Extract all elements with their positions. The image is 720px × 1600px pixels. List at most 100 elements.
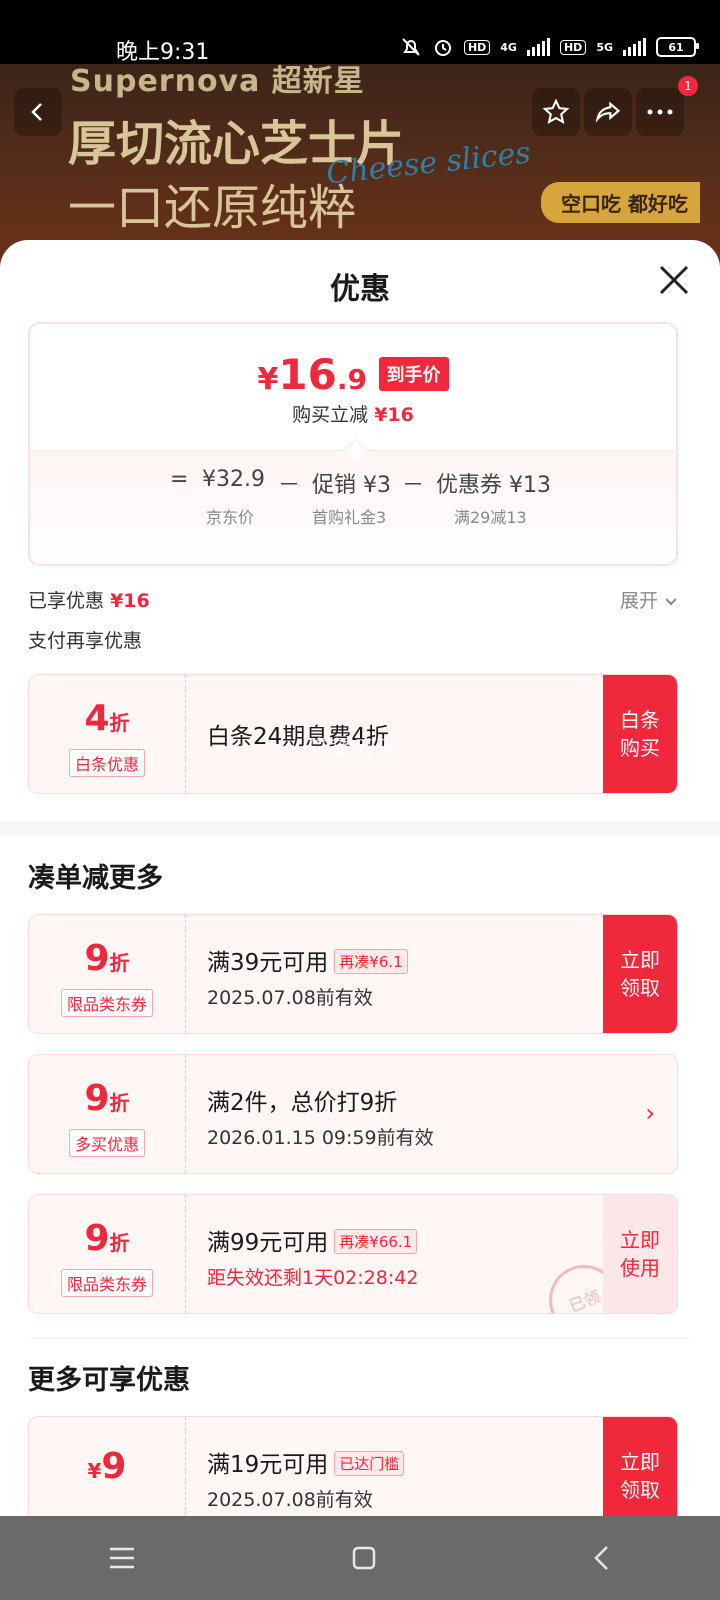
discount-value: 9 <box>101 1446 127 1487</box>
banner-tag: 空口吃 都好吃 <box>541 182 700 223</box>
button-label: 立即领取 <box>620 1450 660 1502</box>
coupon-card: 9折 限品类东券 满39元可用 再凑¥6.1 2025.07.08前有效 立即领取 <box>28 914 678 1034</box>
currency-symbol: ¥ <box>257 362 279 397</box>
watermark: 守望云天 <box>309 737 398 762</box>
price-integer: 16 <box>278 350 337 399</box>
coupon-condition: 满39元可用 <box>207 950 329 976</box>
coupon-left: ¥9 <box>29 1417 186 1516</box>
star-icon <box>542 98 570 124</box>
mute-bell-icon <box>402 38 420 56</box>
banner-brand: Supernova 超新星 <box>70 64 365 99</box>
back-button[interactable] <box>14 88 62 136</box>
jd-price-label: 京东价 <box>206 508 255 527</box>
final-price-tag: 到手价 <box>378 357 449 391</box>
price-breakdown-card: ¥16.9 到手价 购买立减 ¥16 = ¥32.9 京东价 － 促销 ¥3 首… <box>28 322 678 566</box>
section-divider <box>0 822 720 836</box>
offer-left: 4折 白条优惠 <box>29 675 186 793</box>
enjoyed-discount: 已享优惠 ¥16 <box>28 586 150 613</box>
coupon-amount: 优惠券 ¥13 <box>436 473 551 498</box>
currency-symbol: ¥ <box>87 1459 102 1483</box>
reduce-value: ¥16 <box>374 404 414 426</box>
equals-sign: = <box>170 467 189 492</box>
section-title: 更多可享优惠 <box>28 1365 190 1396</box>
discount-unit: 折 <box>109 711 130 735</box>
home-icon[interactable] <box>351 1545 377 1571</box>
price-formula: = ¥32.9 京东价 － 促销 ¥3 首购礼金3 － 优惠券 ¥13 满29减… <box>30 450 676 564</box>
price-decimal: .9 <box>336 363 367 396</box>
enjoyed-value: ¥16 <box>110 590 150 612</box>
pay-more-label: 支付再享优惠 <box>28 630 143 652</box>
claim-button[interactable]: 立即领取 <box>603 1417 677 1516</box>
button-label: 白条购买 <box>620 708 660 760</box>
enjoyed-label: 已享优惠 <box>28 590 105 612</box>
back-icon <box>31 103 42 121</box>
discount-unit: 折 <box>109 1091 130 1115</box>
final-price-area: ¥16.9 到手价 购买立减 ¥16 <box>30 324 676 450</box>
coupon-left: 9折 限品类东券 <box>29 1195 186 1313</box>
coupon-kind: 限品类东券 <box>60 1269 153 1297</box>
button-label: 立即使用 <box>620 1228 660 1280</box>
expand-toggle[interactable]: 展开 <box>620 586 678 613</box>
network-type: 5G <box>596 40 613 54</box>
discount-value: 9 <box>84 1078 110 1119</box>
discount-value: 4 <box>84 698 110 739</box>
menu-icon[interactable] <box>108 1546 136 1570</box>
network-type: 4G <box>500 40 517 54</box>
coupon-card: ¥9 满19元可用 已达门槛 2025.07.08前有效 立即领取 <box>28 1416 678 1516</box>
system-navigation-bar <box>0 1516 720 1600</box>
coupon-validity: 2025.07.08前有效 <box>207 1489 373 1511</box>
reduce-line: 购买立减 ¥16 <box>30 400 676 427</box>
more-icon <box>647 109 673 115</box>
coupon-kind: 多买优惠 <box>68 1129 145 1157</box>
share-button[interactable] <box>584 88 632 136</box>
discount-unit: 折 <box>109 1231 130 1255</box>
button-label: 立即领取 <box>620 948 660 1000</box>
promo-amount: 促销 ¥3 <box>312 473 391 498</box>
coupon-condition: 满19元可用 <box>207 1452 329 1478</box>
back-nav-icon[interactable] <box>592 1544 612 1572</box>
promo-label: 首购礼金3 <box>312 508 387 527</box>
coupon-info: 满19元可用 已达门槛 2025.07.08前有效 <box>207 1445 405 1512</box>
coupon-discount: 9折 <box>29 939 185 983</box>
coupon-hint: 再凑¥6.1 <box>334 949 408 974</box>
favorite-button[interactable] <box>532 88 580 136</box>
coupon-validity: 2026.01.15 09:59前有效 <box>207 1127 434 1149</box>
signal-icon <box>526 38 550 56</box>
use-button[interactable]: 立即使用 <box>603 1195 677 1313</box>
status-time: 晚上9:31 <box>116 40 210 65</box>
coupon-left: 9折 限品类东券 <box>29 915 186 1033</box>
coupon-condition: 满2件，总价打9折 <box>207 1090 398 1116</box>
section-title: 凑单减更多 <box>28 863 163 894</box>
sheet-title: 优惠 <box>330 272 390 307</box>
battery-icon: 61 <box>656 37 699 57</box>
coupon-condition: 满99元可用 <box>207 1230 329 1256</box>
baitiao-buy-button[interactable]: 白条购买 <box>603 675 677 793</box>
coupon-info: 满39元可用 再凑¥6.1 2025.07.08前有效 <box>207 943 408 1010</box>
discount-sheet: 优惠 ¥16.9 到手价 购买立减 ¥16 = ¥32.9 京东价 － 促销 ¥… <box>0 240 720 1516</box>
coupon-left: 9折 多买优惠 <box>29 1055 186 1173</box>
banner-subheadline: 一口还原纯粹 <box>68 180 357 236</box>
notification-badge: 1 <box>678 76 698 96</box>
coupon-hint: 已达门槛 <box>334 1451 405 1476</box>
claim-button[interactable]: 立即领取 <box>603 915 677 1033</box>
coupon-countdown: 距失效还剩1天02:28:42 <box>207 1267 419 1289</box>
signal-icon <box>623 38 646 56</box>
status-icons: HD 4G HD 5G 61 <box>400 36 699 58</box>
coupon-kind: 限品类东券 <box>60 989 153 1017</box>
close-icon[interactable] <box>656 262 692 298</box>
status-bar: 晚上9:31 HD 4G HD 5G 61 <box>0 0 720 65</box>
coupon-card: 9折 限品类东券 满99元可用 再凑¥66.1 距失效还剩1天02:28:42 已… <box>28 1194 678 1314</box>
discount-unit: 折 <box>109 951 130 975</box>
hd-indicator: HD <box>559 39 587 55</box>
coupon-discount: ¥9 <box>29 1447 185 1491</box>
minus-sign: － <box>278 473 301 498</box>
coupon-info: 满99元可用 再凑¥66.1 距失效还剩1天02:28:42 <box>207 1223 418 1290</box>
minus-sign: － <box>402 473 425 498</box>
more-button[interactable]: 1 <box>636 76 698 136</box>
baitiao-offer: 4折 白条优惠 白条24期息费4折 守望云天 白条购买 <box>28 674 678 794</box>
expand-label: 展开 <box>619 590 658 612</box>
discount-value: 9 <box>84 1218 110 1259</box>
coupon-discount: 9折 <box>29 1079 185 1123</box>
coupon-validity: 2025.07.08前有效 <box>207 987 373 1009</box>
coupon-card[interactable]: 9折 多买优惠 满2件，总价打9折 2026.01.15 09:59前有效 › <box>28 1054 678 1174</box>
